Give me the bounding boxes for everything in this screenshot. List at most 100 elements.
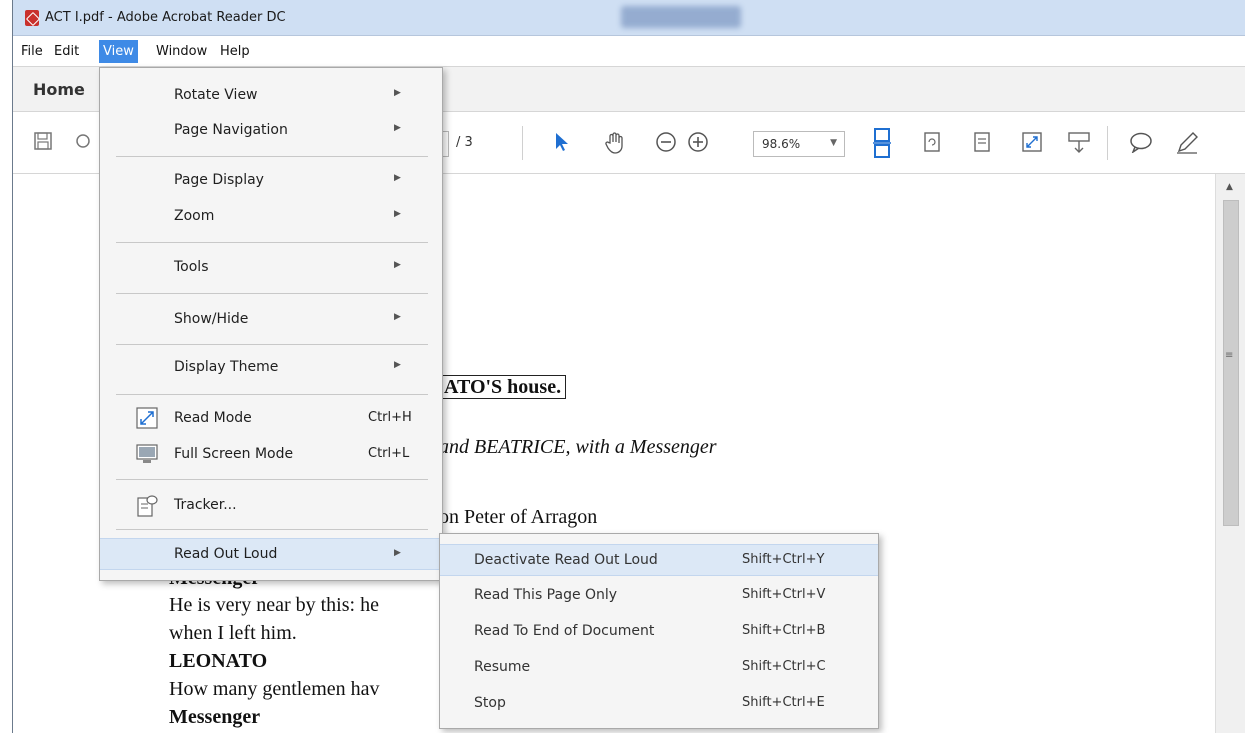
toolbar-divider [1107,126,1108,160]
read-out-loud-submenu: Deactivate Read Out Loud Shift+Ctrl+Y Re… [439,533,879,729]
menu-item-deactivate-read-out-loud[interactable]: Deactivate Read Out Loud Shift+Ctrl+Y [440,544,878,576]
menu-item-label: Resume [474,659,531,675]
menu-window[interactable]: Window [152,43,211,60]
blurred-region [621,6,741,28]
select-arrow-icon[interactable] [553,131,571,157]
speaker-name: Messenger [169,706,261,728]
menu-divider [116,293,428,294]
full-screen-icon[interactable] [1021,131,1043,157]
full-screen-icon [136,443,158,465]
view-menu: Rotate View ▶ Page Navigation ▶ Page Dis… [99,67,443,581]
scrollbar-thumb[interactable] [1223,200,1239,526]
menu-item-read-out-loud[interactable]: Read Out Loud ▶ [100,538,442,570]
scroll-mode-icon[interactable] [1067,131,1091,159]
menu-edit[interactable]: Edit [50,43,83,60]
dialogue-line: on Peter of Arragon [439,506,598,528]
menu-item-page-display[interactable]: Page Display ▶ [100,167,442,195]
menu-item-tools[interactable]: Tools ▶ [100,254,442,282]
menu-item-page-navigation[interactable]: Page Navigation ▶ [100,117,442,145]
menu-item-label: Full Screen Mode [174,446,294,462]
submenu-arrow-icon: ▶ [394,360,401,370]
menu-help[interactable]: Help [216,43,254,60]
window-title: ACT I.pdf - Adobe Acrobat Reader DC [45,10,286,25]
stage-direction: and BEATRICE, with a Messenger [439,436,717,458]
dialogue-line: He is very near by this: he [169,594,379,616]
menu-item-display-theme[interactable]: Display Theme ▶ [100,354,442,382]
menu-item-label: Read Mode [174,410,252,426]
shortcut-label: Ctrl+L [368,446,410,461]
scroll-up-icon[interactable]: ▲ [1226,182,1233,192]
menu-item-label: Zoom [174,208,215,224]
menu-divider [116,394,428,395]
menu-item-label: Read Out Loud [174,546,278,562]
menu-item-label: Rotate View [174,87,258,103]
save-icon[interactable] [33,131,53,155]
menu-item-show-hide[interactable]: Show/Hide ▶ [100,306,442,334]
speaker-name: LEONATO [169,650,268,672]
submenu-arrow-icon: ▶ [394,209,401,219]
toolbar-divider [522,126,523,160]
print-icon[interactable] [75,131,95,155]
menu-item-resume[interactable]: Resume Shift+Ctrl+C [440,652,878,684]
comment-icon[interactable] [1129,131,1153,157]
menu-item-rotate-view[interactable]: Rotate View ▶ [100,82,442,110]
grip-icon: ≡ [1225,350,1234,361]
zoom-in-icon[interactable] [687,131,709,157]
menu-item-label: Page Navigation [174,122,288,138]
menu-item-label: Tracker... [174,497,237,513]
submenu-arrow-icon: ▶ [394,548,401,558]
menu-item-label: Read This Page Only [474,587,618,603]
menu-item-label: Tools [174,259,209,275]
vertical-scrollbar[interactable]: ▲ ≡ [1215,174,1245,733]
read-mode-icon [136,407,158,429]
shortcut-label: Shift+Ctrl+B [742,623,826,638]
menu-item-label: Show/Hide [174,311,249,327]
menu-divider [116,156,428,157]
submenu-arrow-icon: ▶ [394,123,401,133]
shortcut-label: Shift+Ctrl+V [742,587,826,602]
menu-bar: File Edit View Window Help [13,38,1245,66]
page-total: / 3 [456,135,473,150]
menu-item-zoom[interactable]: Zoom ▶ [100,203,442,231]
sign-icon[interactable] [1175,131,1199,159]
menu-item-label: Deactivate Read Out Loud [474,552,658,568]
read-mode-icon[interactable] [973,131,991,157]
shortcut-label: Shift+Ctrl+C [742,659,826,674]
acrobat-app-icon [25,10,39,26]
menu-item-tracker[interactable]: Tracker... [100,492,442,520]
acrobat-window: ACT I.pdf - Adobe Acrobat Reader DC File… [12,0,1245,733]
rotate-icon[interactable] [923,131,941,157]
menu-divider [116,344,428,345]
menu-item-label: Stop [474,695,506,711]
title-bar: ACT I.pdf - Adobe Acrobat Reader DC [13,0,1245,36]
fit-page-icon[interactable] [871,127,893,163]
hand-icon[interactable] [603,131,627,159]
menu-item-full-screen-mode[interactable]: Full Screen Mode Ctrl+L [100,441,442,469]
tab-home[interactable]: Home [33,80,85,99]
shortcut-label: Shift+Ctrl+E [742,695,825,710]
shortcut-label: Shift+Ctrl+Y [742,552,825,567]
submenu-arrow-icon: ▶ [394,260,401,270]
zoom-value: 98.6% [762,137,801,151]
menu-divider [116,529,428,530]
menu-divider [116,479,428,480]
menu-item-label: Display Theme [174,359,279,375]
chevron-down-icon: ▼ [830,138,837,148]
zoom-dropdown[interactable]: 98.6% ▼ [753,131,845,157]
submenu-arrow-icon: ▶ [394,173,401,183]
menu-item-read-this-page-only[interactable]: Read This Page Only Shift+Ctrl+V [440,580,878,612]
tracker-icon [136,494,158,517]
dialogue-line: How many gentlemen hav [169,678,380,700]
menu-view[interactable]: View [99,40,138,63]
menu-item-label: Read To End of Document [474,623,655,639]
zoom-out-icon[interactable] [655,131,677,157]
menu-divider [116,242,428,243]
menu-file[interactable]: File [17,43,47,60]
shortcut-label: Ctrl+H [368,410,412,425]
dialogue-line: when I left him. [169,622,297,644]
menu-item-stop[interactable]: Stop Shift+Ctrl+E [440,688,878,720]
menu-item-read-to-end-of-document[interactable]: Read To End of Document Shift+Ctrl+B [440,616,878,648]
submenu-arrow-icon: ▶ [394,312,401,322]
menu-item-read-mode[interactable]: Read Mode Ctrl+H [100,405,442,433]
menu-item-label: Page Display [174,172,264,188]
